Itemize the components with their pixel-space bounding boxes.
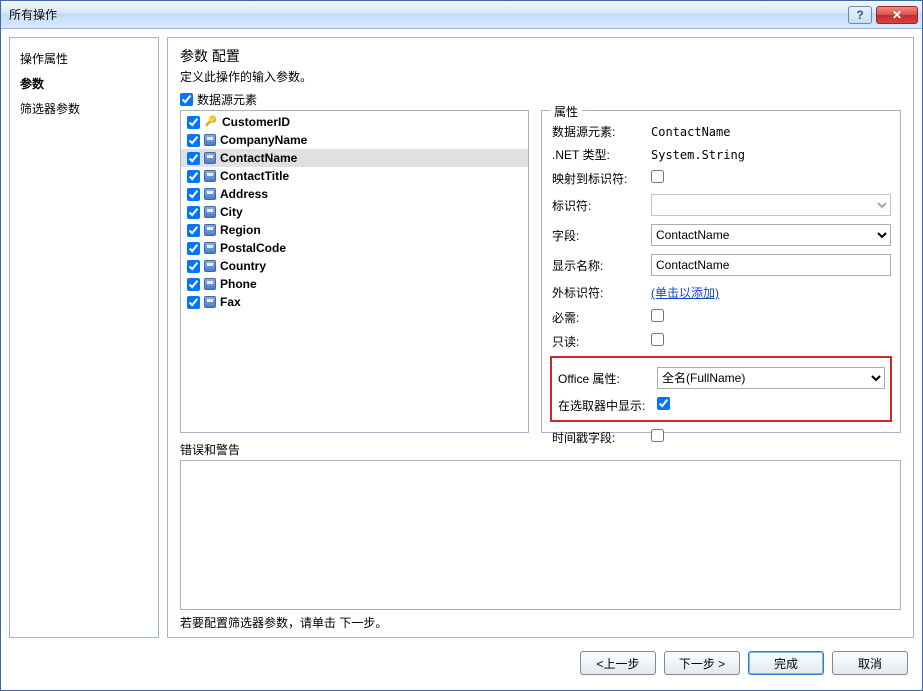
prop-display-input[interactable]: [651, 254, 891, 276]
prop-required-checkbox[interactable]: [651, 309, 664, 322]
close-button[interactable]: ✕: [876, 6, 918, 24]
list-item[interactable]: Region: [181, 221, 528, 239]
list-item[interactable]: Address: [181, 185, 528, 203]
highlight-section: Office 属性: 全名(FullName) 在选取器中显示:: [550, 356, 892, 422]
prop-foreign-link[interactable]: (单击以添加): [651, 286, 719, 300]
datasource-label: 数据源元素: [197, 91, 257, 108]
column-icon: [204, 134, 216, 146]
list-item[interactable]: City: [181, 203, 528, 221]
prop-required: 必需:: [550, 308, 892, 326]
back-button[interactable]: <上一步: [580, 651, 656, 675]
list-item-label: ContactName: [220, 151, 297, 165]
prop-timestamp-checkbox[interactable]: [651, 429, 664, 442]
prop-readonly-checkbox[interactable]: [651, 333, 664, 346]
list-item-label: PostalCode: [220, 241, 286, 255]
properties-legend: 属性: [550, 103, 582, 120]
column-icon: [204, 152, 216, 164]
list-item[interactable]: Fax: [181, 293, 528, 311]
prop-ds-elem-value: ContactName: [651, 125, 730, 139]
list-item[interactable]: CompanyName: [181, 131, 528, 149]
prop-show-picker: 在选取器中显示:: [556, 396, 886, 414]
list-item-checkbox[interactable]: [187, 224, 200, 237]
column-icon: [204, 170, 216, 182]
prop-ds-elem: 数据源元素: ContactName: [550, 123, 892, 140]
datasource-row: 数据源元素: [180, 91, 901, 108]
key-icon: [204, 115, 218, 129]
window-title: 所有操作: [9, 6, 844, 23]
prop-readonly: 只读:: [550, 332, 892, 350]
column-icon: [204, 278, 216, 290]
footer-hint: 若要配置筛选器参数，请单击 下一步。: [180, 614, 901, 631]
page-subtitle: 定义此操作的输入参数。: [180, 68, 901, 85]
prop-dotnet-value: System.String: [651, 148, 745, 162]
nav-panel: 操作属性参数筛选器参数: [9, 37, 159, 638]
prop-foreign: 外标识符: (单击以添加): [550, 283, 892, 302]
column-icon: [204, 260, 216, 272]
list-item[interactable]: Country: [181, 257, 528, 275]
list-item-label: CustomerID: [222, 115, 290, 129]
list-item-label: Region: [220, 223, 261, 237]
errors-warnings-box[interactable]: [180, 460, 901, 610]
list-item[interactable]: ContactName: [181, 149, 528, 167]
column-icon: [204, 242, 216, 254]
datasource-checkbox[interactable]: [180, 93, 193, 106]
column-icon: [204, 296, 216, 308]
nav-item[interactable]: 操作属性: [20, 46, 148, 71]
highlight-box: Office 属性: 全名(FullName) 在选取器中显示:: [550, 356, 892, 422]
list-item[interactable]: PostalCode: [181, 239, 528, 257]
list-item-label: City: [220, 205, 243, 219]
list-item-checkbox[interactable]: [187, 134, 200, 147]
nav-item[interactable]: 参数: [20, 71, 148, 96]
list-item[interactable]: ContactTitle: [181, 167, 528, 185]
prop-dotnet: .NET 类型: System.String: [550, 146, 892, 163]
list-item-checkbox[interactable]: [187, 260, 200, 273]
list-item-label: Fax: [220, 295, 241, 309]
list-item-label: ContactTitle: [220, 169, 289, 183]
titlebar: 所有操作 ? ✕: [1, 1, 922, 29]
list-item-label: CompanyName: [220, 133, 307, 147]
cancel-button[interactable]: 取消: [832, 651, 908, 675]
list-item[interactable]: Phone: [181, 275, 528, 293]
list-item-checkbox[interactable]: [187, 116, 200, 129]
prop-map-ident-checkbox[interactable]: [651, 170, 664, 183]
prop-show-picker-checkbox[interactable]: [657, 397, 670, 410]
prop-timestamp: 时间戳字段:: [550, 428, 892, 446]
list-item[interactable]: CustomerID: [181, 113, 528, 131]
list-item-checkbox[interactable]: [187, 206, 200, 219]
help-button[interactable]: ?: [848, 6, 872, 24]
prop-office: Office 属性: 全名(FullName): [556, 366, 886, 390]
errors-warnings: 错误和警告: [180, 441, 901, 610]
column-icon: [204, 206, 216, 218]
list-item-checkbox[interactable]: [187, 242, 200, 255]
page-title: 参数 配置: [180, 46, 901, 66]
prop-field-select[interactable]: ContactName: [651, 224, 891, 246]
prop-ident: 标识符:: [550, 193, 892, 217]
list-item-checkbox[interactable]: [187, 188, 200, 201]
list-item-label: Address: [220, 187, 268, 201]
elements-list[interactable]: CustomerID CompanyName ContactName ContactT…: [180, 110, 529, 433]
dialog-footer: <上一步 下一步 > 完成 取消: [1, 646, 922, 690]
nav-item[interactable]: 筛选器参数: [20, 96, 148, 121]
dialog-window: 所有操作 ? ✕ 操作属性参数筛选器参数 参数 配置 定义此操作的输入参数。 数…: [0, 0, 923, 691]
list-item-checkbox[interactable]: [187, 296, 200, 309]
properties-grid: 数据源元素: ContactName .NET 类型: System.Strin…: [550, 117, 892, 452]
column-icon: [204, 224, 216, 236]
list-item-checkbox[interactable]: [187, 152, 200, 165]
next-button[interactable]: 下一步 >: [664, 651, 740, 675]
main-panel: 参数 配置 定义此操作的输入参数。 数据源元素 CustomerID Compan…: [167, 37, 914, 638]
column-icon: [204, 188, 216, 200]
prop-field: 字段: ContactName: [550, 223, 892, 247]
prop-ident-select[interactable]: [651, 194, 891, 216]
list-item-checkbox[interactable]: [187, 170, 200, 183]
prop-map-ident: 映射到标识符:: [550, 169, 892, 187]
list-item-label: Phone: [220, 277, 257, 291]
properties-group: 属性 数据源元素: ContactName .NET 类型: System.St…: [541, 110, 901, 433]
list-item-checkbox[interactable]: [187, 278, 200, 291]
finish-button[interactable]: 完成: [748, 651, 824, 675]
dialog-body: 操作属性参数筛选器参数 参数 配置 定义此操作的输入参数。 数据源元素 Cust…: [1, 29, 922, 646]
prop-office-select[interactable]: 全名(FullName): [657, 367, 885, 389]
list-item-label: Country: [220, 259, 266, 273]
columns: CustomerID CompanyName ContactName ContactT…: [180, 110, 901, 433]
prop-display: 显示名称:: [550, 253, 892, 277]
